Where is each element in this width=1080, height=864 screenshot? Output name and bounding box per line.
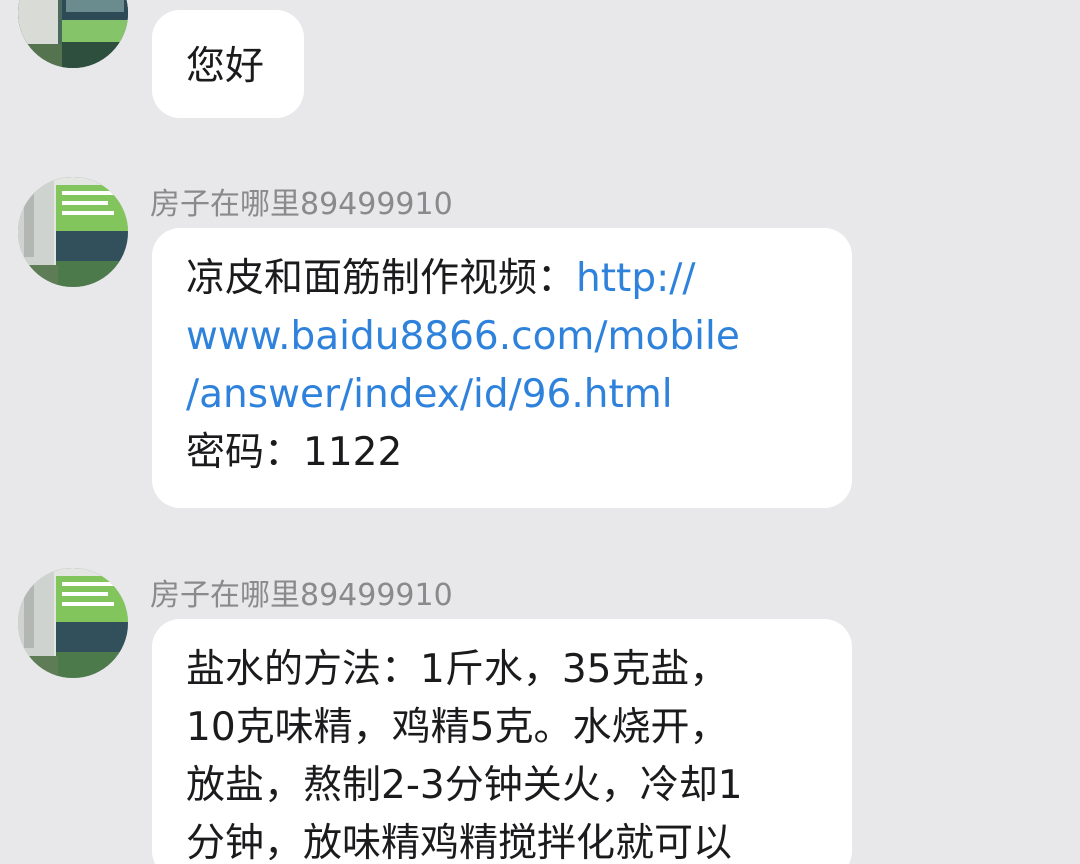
message-link[interactable]: http://: [576, 256, 695, 301]
avatar-image-icon: [18, 177, 128, 287]
avatar[interactable]: [18, 0, 128, 68]
message-bubble[interactable]: 凉皮和面筋制作视频：http:// www.baidu8866.com/mobi…: [152, 228, 852, 508]
avatar-image-icon: [18, 0, 128, 68]
message-text: 10克味精，鸡精5克。水烧开，: [186, 705, 729, 750]
message-line: 凉皮和面筋制作视频：http://: [186, 250, 818, 308]
message-link[interactable]: www.baidu8866.com/mobile: [186, 308, 818, 366]
chat-message-list[interactable]: 您好 房子在哪里89499910 凉皮和面筋制作视频：http:// www.b…: [0, 0, 1080, 864]
message-bubble[interactable]: 盐水的方法：1斤水，35克盐， 10克味精，鸡精5克。水烧开， 放盐，熬制2-3…: [152, 619, 852, 864]
avatar-image-icon: [18, 568, 128, 678]
message-text: 凉皮和面筋制作视频：: [186, 256, 577, 301]
message-link[interactable]: /answer/index/id/96.html: [186, 366, 818, 424]
avatar[interactable]: [18, 177, 128, 287]
message-bubble[interactable]: 您好: [152, 10, 304, 118]
sender-name[interactable]: 房子在哪里89499910: [150, 570, 453, 614]
avatar[interactable]: [18, 568, 128, 678]
message-text: 密码：1122: [186, 430, 403, 475]
message-text: 您好: [186, 44, 265, 89]
message-text: 盐水的方法：1斤水，35克盐，: [186, 647, 729, 692]
message-text: 放盐，熬制2-3分钟关火，冷却1: [186, 763, 743, 808]
sender-name[interactable]: 房子在哪里89499910: [150, 179, 453, 223]
message-text: 分钟，放味精鸡精搅拌化就可以: [186, 821, 733, 864]
